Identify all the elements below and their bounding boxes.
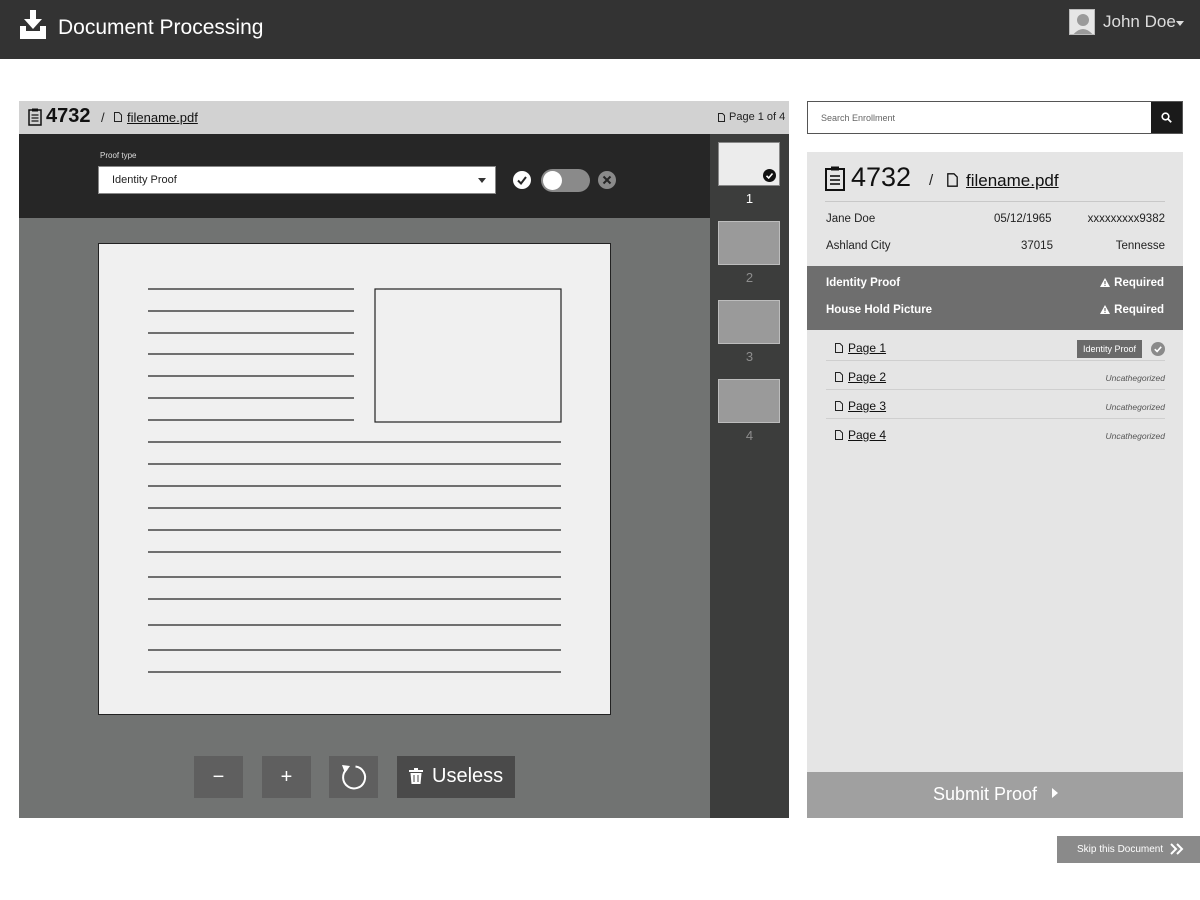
- rotate-icon: [342, 765, 367, 790]
- file-icon: [835, 372, 843, 382]
- filename-link[interactable]: filename.pdf: [127, 110, 198, 125]
- user-name[interactable]: John Doe: [1103, 12, 1176, 32]
- skip-document-label: Skip this Document: [1077, 844, 1164, 855]
- search-input[interactable]: [808, 102, 1152, 133]
- search-icon: [1161, 112, 1172, 123]
- file-icon: [835, 430, 843, 440]
- requirements-list: Identity Proof Required House Hold Pictu…: [807, 266, 1183, 330]
- page-count: Page 1 of 4: [729, 111, 786, 123]
- warning-icon: [1100, 278, 1111, 287]
- page-thumbnail-number: 2: [745, 270, 754, 285]
- double-chevron-right-icon: [1170, 843, 1184, 855]
- page-thumbnail[interactable]: [718, 379, 780, 423]
- enrollment-filename-link[interactable]: filename.pdf: [966, 171, 1059, 191]
- search-button[interactable]: [1151, 102, 1182, 133]
- file-icon: [718, 113, 725, 122]
- top-bar: Document Processing John Doe: [0, 0, 1200, 59]
- page-category-status: Uncathegorized: [1105, 431, 1165, 441]
- zoom-out-button[interactable]: −: [194, 756, 243, 798]
- chevron-down-icon[interactable]: [1176, 21, 1184, 26]
- proof-type-select[interactable]: Identity Proof: [98, 166, 496, 194]
- path-separator: /: [929, 172, 934, 189]
- warning-icon: [1100, 305, 1111, 314]
- requirement-status-text: Required: [1114, 277, 1164, 289]
- check-circle-icon: [1151, 342, 1165, 356]
- useless-label: Useless: [432, 765, 504, 787]
- applicant-dob: 05/12/1965: [994, 213, 1052, 225]
- trash-icon: [409, 768, 423, 784]
- applicant-name: Jane Doe: [826, 213, 876, 225]
- enrollment-panel: 4732 / filename.pdf Jane Doe 05/12/1965 …: [807, 152, 1183, 818]
- rotate-button[interactable]: [329, 756, 378, 798]
- page-list-item[interactable]: Page 2 Uncathegorized: [826, 361, 1165, 390]
- requirement-label: Identity Proof: [826, 277, 901, 289]
- viewer-header: 4732 / filename.pdf: [19, 101, 710, 134]
- applicant-city: Ashland City: [826, 240, 891, 252]
- search-box: [807, 101, 1183, 134]
- page-thumbnail-number: 1: [745, 191, 754, 206]
- chevron-down-icon: [478, 178, 486, 183]
- clipboard-icon: [825, 166, 845, 191]
- app-title: Document Processing: [58, 16, 264, 39]
- page-thumbnail[interactable]: [718, 300, 780, 344]
- page-indicator: Page 1 of 4: [710, 101, 789, 134]
- toggle-knob: [543, 171, 562, 190]
- useless-button[interactable]: Useless: [397, 756, 515, 798]
- submit-proof-button[interactable]: Submit Proof: [807, 772, 1183, 818]
- page-thumbnail-strip: Page 1 of 4 1 2 3 4: [710, 101, 789, 818]
- avatar[interactable]: [1069, 9, 1095, 35]
- inbox-download-icon: [18, 10, 48, 40]
- check-circle-icon[interactable]: [513, 171, 531, 189]
- page-thumbnail-number: 4: [745, 428, 754, 443]
- skip-document-button[interactable]: Skip this Document: [1057, 836, 1200, 863]
- document-id: 4732: [46, 105, 91, 127]
- enrollment-document-id: 4732: [851, 162, 912, 192]
- share-arrow-icon: [1052, 788, 1058, 798]
- page-list-item[interactable]: Page 4 Uncathegorized: [826, 419, 1165, 448]
- applicant-state: Tennesse: [1115, 240, 1165, 252]
- document-viewer: 4732 / filename.pdf Proof type Identity …: [19, 101, 789, 818]
- requirement-label: House Hold Picture: [826, 304, 933, 316]
- requirement-status: Required: [1100, 304, 1164, 316]
- file-icon: [835, 401, 843, 411]
- page-thumbnail[interactable]: [718, 221, 780, 265]
- file-icon: [947, 173, 958, 187]
- page-list-item[interactable]: Page 1 Identity Proof: [826, 332, 1165, 361]
- page-link[interactable]: Page 2: [848, 370, 886, 384]
- requirement-status: Required: [1100, 277, 1164, 289]
- applicant-zip: 37015: [1021, 240, 1053, 252]
- x-circle-icon[interactable]: [598, 171, 616, 189]
- page-link[interactable]: Page 3: [848, 399, 886, 413]
- page-category-status: Uncathegorized: [1105, 373, 1165, 383]
- path-separator: /: [101, 110, 105, 125]
- check-circle-icon: [763, 169, 776, 182]
- page-category-badge: Identity Proof: [1076, 340, 1142, 358]
- divider: [825, 201, 1165, 202]
- zoom-in-button[interactable]: +: [262, 756, 311, 798]
- applicant-id: xxxxxxxxx9382: [1087, 213, 1165, 225]
- clipboard-icon: [28, 108, 42, 126]
- file-icon: [835, 343, 843, 353]
- requirement-status-text: Required: [1114, 304, 1164, 316]
- page-thumbnail[interactable]: [718, 142, 780, 186]
- file-icon: [114, 112, 122, 122]
- page-link[interactable]: Page 1: [848, 341, 886, 355]
- page-link[interactable]: Page 4: [848, 428, 886, 442]
- document-page-preview: [98, 243, 611, 715]
- proof-type-label: Proof type: [100, 151, 137, 160]
- approve-reject-toggle[interactable]: [541, 169, 590, 192]
- page-thumbnail-number: 3: [745, 349, 754, 364]
- page-list-item[interactable]: Page 3 Uncathegorized: [826, 390, 1165, 419]
- submit-proof-label: Submit Proof: [933, 784, 1038, 804]
- proof-type-bar: Proof type Identity Proof: [19, 134, 710, 218]
- page-category-status: Uncathegorized: [1105, 402, 1165, 412]
- proof-type-value: Identity Proof: [112, 174, 177, 186]
